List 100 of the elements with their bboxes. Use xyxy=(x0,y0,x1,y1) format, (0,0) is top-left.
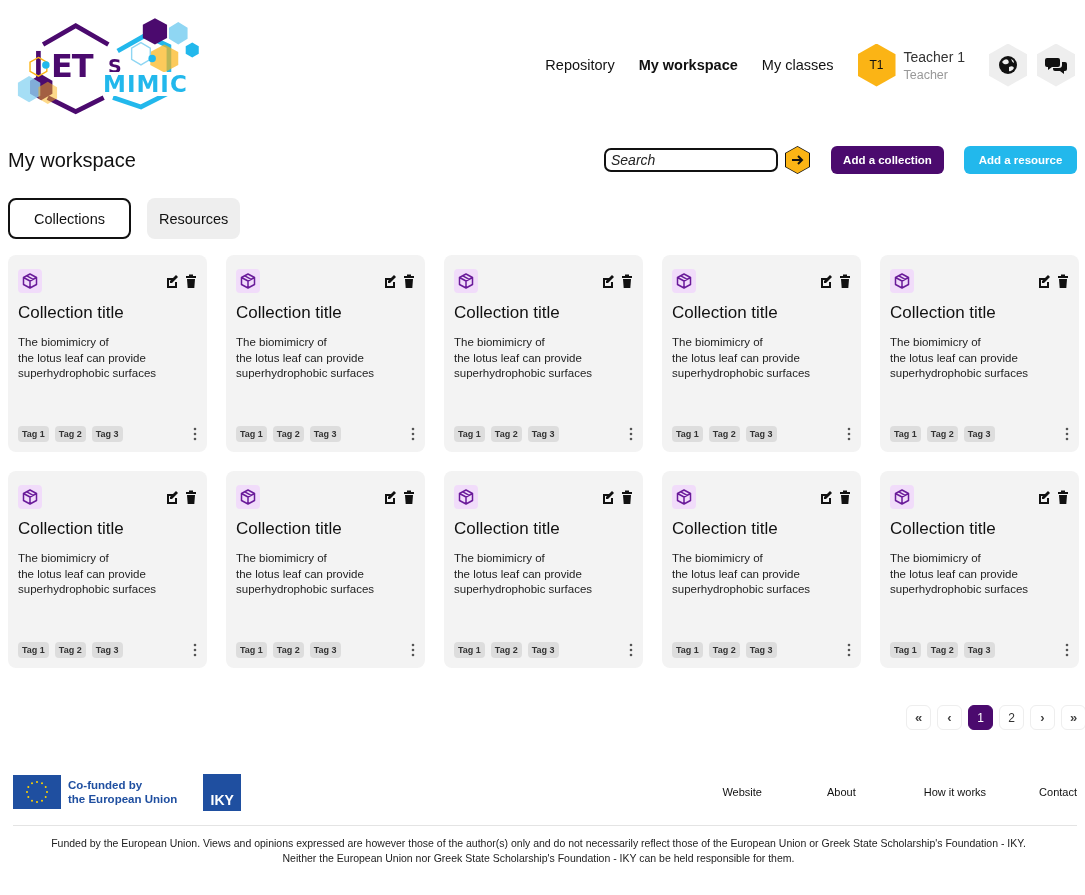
card-title: Collection title xyxy=(236,303,343,323)
footer-link[interactable]: About xyxy=(827,786,856,798)
nav-link[interactable]: My classes xyxy=(761,57,834,73)
card-description: The biomimicry of the lotus leaf can provide superhydrophobic surfaces xyxy=(672,551,812,597)
more-options-icon[interactable] xyxy=(847,643,851,657)
disclaimer-text: Funded by the European Union. Views and opinions expressed are however those of the author(s) only and do not necessarily reflect those of the European Union or Greek State Scholarship's Foundation - IKY. Neither the European Union nor Greek State Scholarship's Foundation - IKY can be held responsible for them. xyxy=(50,836,1027,866)
trash-icon[interactable] xyxy=(403,490,415,504)
card-description: The biomimicry of the lotus leaf can provide superhydrophobic surfaces xyxy=(236,335,376,381)
collection-card[interactable]: Collection title The biomimicry of the lotus leaf can provide superhydrophobic surfaces Tag 1 Tag 2 Tag 3 xyxy=(8,471,207,668)
collection-card[interactable]: Collection title The biomimicry of the lotus leaf can provide superhydrophobic surfaces Tag 1 Tag 2 Tag 3 xyxy=(662,255,861,452)
next-page-button[interactable]: › xyxy=(1030,705,1055,730)
logo-text: ET xyxy=(51,47,93,85)
trash-icon[interactable] xyxy=(839,274,851,288)
page-title: My workspace xyxy=(8,148,137,172)
edit-icon[interactable] xyxy=(383,490,397,504)
footer-link[interactable]: Website xyxy=(722,786,762,798)
collection-card[interactable]: Collection title The biomimicry of the lotus leaf can provide superhydrophobic surfaces Tag 1 Tag 2 Tag 3 xyxy=(8,255,207,452)
trash-icon[interactable] xyxy=(1057,490,1069,504)
eu-funding-text: Co-funded by the European Union xyxy=(68,778,178,806)
card-description: The biomimicry of the lotus leaf can provide superhydrophobic surfaces xyxy=(672,335,812,381)
tag: Tag 1 xyxy=(18,426,49,442)
more-options-icon[interactable] xyxy=(411,643,415,657)
last-page-button[interactable]: » xyxy=(1061,705,1085,730)
collection-card[interactable]: Collection title The biomimicry of the lotus leaf can provide superhydrophobic surfaces Tag 1 Tag 2 Tag 3 xyxy=(226,255,425,452)
edit-icon[interactable] xyxy=(165,490,179,504)
tag: Tag 2 xyxy=(708,426,740,442)
trash-icon[interactable] xyxy=(839,490,851,504)
card-description: The biomimicry of the lotus leaf can provide superhydrophobic surfaces xyxy=(890,551,1030,597)
tag: Tag 2 xyxy=(490,642,522,658)
collection-card[interactable]: Collection title The biomimicry of the lotus leaf can provide superhydrophobic surfaces Tag 1 Tag 2 Tag 3 xyxy=(444,255,643,452)
nav-link[interactable]: Repository xyxy=(545,57,615,73)
eu-flag-icon xyxy=(13,775,61,809)
tag: Tag 1 xyxy=(672,426,703,442)
card-description: The biomimicry of the lotus leaf can provide superhydrophobic surfaces xyxy=(18,551,158,597)
search-field[interactable]: Search xyxy=(604,148,778,172)
page-button[interactable]: 1 xyxy=(968,705,993,730)
edit-icon[interactable] xyxy=(819,274,833,288)
search-submit-button[interactable] xyxy=(785,146,810,174)
trash-icon[interactable] xyxy=(621,490,633,504)
arrow-right-icon xyxy=(785,146,810,174)
card-title: Collection title xyxy=(18,303,125,323)
tag: Tag 2 xyxy=(54,426,86,442)
card-description: The biomimicry of the lotus leaf can provide superhydrophobic surfaces xyxy=(454,551,594,597)
tab[interactable]: Resources xyxy=(147,198,241,239)
card-title: Collection title xyxy=(454,519,561,539)
tag: Tag 3 xyxy=(527,642,559,658)
tag: Tag 2 xyxy=(272,642,304,658)
tag: Tag 1 xyxy=(236,642,267,658)
chat-icon xyxy=(1045,55,1067,75)
card-description: The biomimicry of the lotus leaf can provide superhydrophobic surfaces xyxy=(890,335,1030,381)
edit-icon[interactable] xyxy=(601,274,615,288)
tag: Tag 1 xyxy=(454,642,485,658)
more-options-icon[interactable] xyxy=(1065,643,1069,657)
more-options-icon[interactable] xyxy=(193,427,197,441)
previous-page-button[interactable]: ‹ xyxy=(937,705,962,730)
more-options-icon[interactable] xyxy=(193,643,197,657)
user-name: Teacher 1 xyxy=(903,48,965,65)
first-page-button[interactable]: « xyxy=(906,705,931,730)
footer-link[interactable]: How it works xyxy=(923,786,987,798)
tab[interactable]: Collections xyxy=(8,198,131,239)
tag: Tag 1 xyxy=(890,642,921,658)
edit-icon[interactable] xyxy=(601,490,615,504)
trash-icon[interactable] xyxy=(403,274,415,288)
tag: Tag 1 xyxy=(236,426,267,442)
tag: Tag 2 xyxy=(926,426,958,442)
collection-card[interactable]: Collection title The biomimicry of the lotus leaf can provide superhydrophobic surfaces Tag 1 Tag 2 Tag 3 xyxy=(226,471,425,668)
more-options-icon[interactable] xyxy=(847,427,851,441)
trash-icon[interactable] xyxy=(1057,274,1069,288)
card-title: Collection title xyxy=(672,303,779,323)
edit-icon[interactable] xyxy=(1037,490,1051,504)
edit-icon[interactable] xyxy=(165,274,179,288)
tag: Tag 2 xyxy=(490,426,522,442)
footer-link[interactable]: Contact xyxy=(1039,786,1077,798)
more-options-icon[interactable] xyxy=(629,427,633,441)
edit-icon[interactable] xyxy=(819,490,833,504)
trash-icon[interactable] xyxy=(185,490,197,504)
tag: Tag 1 xyxy=(454,426,485,442)
more-options-icon[interactable] xyxy=(1065,427,1069,441)
add-collection-button[interactable]: Add a collection xyxy=(831,146,944,174)
card-description: The biomimicry of the lotus leaf can provide superhydrophobic surfaces xyxy=(236,551,376,597)
edit-icon[interactable] xyxy=(1037,274,1051,288)
card-title: Collection title xyxy=(672,519,779,539)
tag: Tag 2 xyxy=(272,426,304,442)
trash-icon[interactable] xyxy=(621,274,633,288)
trash-icon[interactable] xyxy=(185,274,197,288)
collection-card[interactable]: Collection title The biomimicry of the lotus leaf can provide superhydrophobic surfaces Tag 1 Tag 2 Tag 3 xyxy=(880,471,1079,668)
collection-card[interactable]: Collection title The biomimicry of the lotus leaf can provide superhydrophobic surfaces Tag 1 Tag 2 Tag 3 xyxy=(662,471,861,668)
logo-text: MIMIC xyxy=(103,72,188,96)
collection-card[interactable]: Collection title The biomimicry of the lotus leaf can provide superhydrophobic surfaces Tag 1 Tag 2 Tag 3 xyxy=(880,255,1079,452)
tag: Tag 3 xyxy=(91,426,123,442)
nav-link[interactable]: My workspace xyxy=(638,57,738,73)
collection-card[interactable]: Collection title The biomimicry of the lotus leaf can provide superhydrophobic surfaces Tag 1 Tag 2 Tag 3 xyxy=(444,471,643,668)
tag: Tag 3 xyxy=(745,426,777,442)
page-button[interactable]: 2 xyxy=(999,705,1024,730)
tag: Tag 2 xyxy=(54,642,86,658)
more-options-icon[interactable] xyxy=(629,643,633,657)
card-description: The biomimicry of the lotus leaf can provide superhydrophobic surfaces xyxy=(18,335,158,381)
globe-icon xyxy=(998,55,1018,75)
edit-icon[interactable] xyxy=(383,274,397,288)
more-options-icon[interactable] xyxy=(411,427,415,441)
